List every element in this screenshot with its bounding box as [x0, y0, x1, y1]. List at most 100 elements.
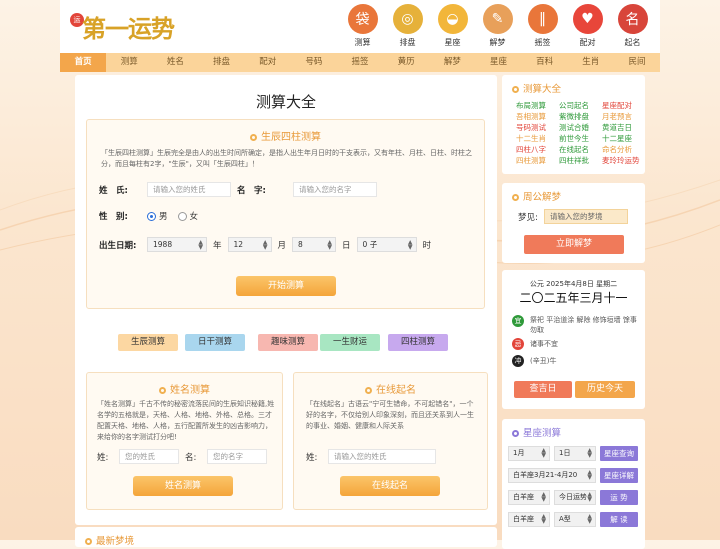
nav-item-6[interactable]: 摇签 [337, 53, 383, 72]
side-calc-link[interactable]: 前世今生 [559, 134, 602, 144]
naming-title: 在线起名 [294, 381, 487, 396]
top-nav-label: 测算 [354, 38, 371, 47]
side-calc-link[interactable]: 黄道吉日 [602, 123, 645, 133]
category-button-1[interactable]: 日干测算 [185, 334, 245, 351]
side-calc-link[interactable]: 布局测算 [516, 101, 559, 111]
astro-read-button[interactable]: 解 读 [600, 512, 638, 527]
side-calc-link[interactable]: 十二生肖 [516, 134, 559, 144]
next-section-card: 最新梦境 [75, 527, 497, 547]
astro-query-button[interactable]: 星座查询 [600, 446, 638, 461]
nav-item-2[interactable]: 姓名 [152, 53, 198, 72]
astro-day-select[interactable]: 1日 ▲ ▼ [554, 446, 596, 461]
top-icon-nav: 袋测算 ◎ 排盘 ◒ 星座 ✎ 解梦 ‖ 摇签 ♥ 配对名起名 [340, 4, 655, 48]
bazi-submit-button[interactable]: 开始测算 [236, 276, 336, 296]
hour-value: 0 子 [362, 240, 378, 249]
name-test-surname-input[interactable]: 您的姓氏 [119, 449, 179, 464]
history-today-button[interactable]: 历史今天 [575, 381, 635, 398]
nav-item-10[interactable]: 百科 [522, 53, 568, 72]
nav-item-8[interactable]: 解梦 [429, 53, 475, 72]
top-nav-6[interactable]: 名起名 [610, 4, 655, 48]
astro-detail-button[interactable]: 星座详解 [600, 468, 638, 483]
top-nav-1[interactable]: ◎ 排盘 [385, 4, 430, 48]
side-calc-link[interactable]: 号码测试 [516, 123, 559, 133]
side-calc-link[interactable]: 在线起名 [559, 145, 602, 155]
name-test-submit-button[interactable]: 姓名测算 [133, 476, 233, 496]
given-name-input[interactable]: 请输入您的名字 [293, 182, 377, 197]
nav-item-0[interactable]: 首页 [60, 53, 107, 72]
birth-row: 出生日期: 1988 ▲ ▼ 年 12 ▲ ▼ 月 8 ▲ ▼ 日 0 子 ▲ ▼ 时 [99, 237, 431, 252]
stepper-icon: ▲ ▼ [587, 491, 592, 503]
astro-blood-value: A型 [559, 515, 571, 523]
hour-select[interactable]: 0 子 ▲ ▼ [356, 237, 417, 252]
top-nav-2[interactable]: ◒ 星座 [430, 4, 475, 48]
nav-item-3[interactable]: 排盘 [198, 53, 244, 72]
category-button-0[interactable]: 生辰测算 [118, 334, 178, 351]
lucky-day-button[interactable]: 查吉日 [514, 381, 572, 398]
bazi-desc: 「生辰四柱测算」生辰完全是由人的出生时间所确定，是指人出生年月日时的干支表示，又… [101, 149, 472, 168]
top-nav-4[interactable]: ‖ 摇签 [520, 4, 565, 48]
coin-icon: ◎ [392, 4, 423, 34]
name-test-given-input[interactable]: 您的名字 [207, 449, 267, 464]
dream-input[interactable]: 请输入您的梦境 [544, 209, 628, 224]
side-calc-link[interactable]: 公司起名 [559, 101, 602, 111]
year-select[interactable]: 1988 ▲ ▼ [147, 237, 207, 252]
day-select[interactable]: 8 ▲ ▼ [292, 237, 337, 252]
stepper-icon: ▲ ▼ [327, 239, 333, 251]
astro-blood-select[interactable]: A型 ▲ ▼ [554, 512, 596, 527]
side-calc-link[interactable]: 月老预言 [602, 112, 645, 122]
name-test-given-label: 名: [185, 452, 197, 463]
name-test-row: 姓: 您的姓氏 名: 您的名字 [97, 449, 267, 464]
top-nav-5[interactable]: ♥ 配对 [565, 4, 610, 48]
astro-sign2-select[interactable]: 白羊座 ▲ ▼ [508, 490, 550, 505]
month-value: 12 [233, 240, 244, 249]
nav-item-11[interactable]: 生肖 [568, 53, 614, 72]
name-test-surname-label: 姓: [97, 452, 109, 463]
hearts-icon: ♥ [572, 4, 603, 34]
top-nav-0[interactable]: 袋测算 [340, 4, 385, 48]
side-calc-link[interactable]: 测试合婚 [559, 123, 602, 133]
side-calc-link[interactable]: 四柱祥批 [559, 156, 602, 166]
nav-item-12[interactable]: 民间 [614, 53, 660, 72]
nav-item-9[interactable]: 星座 [475, 53, 521, 72]
nav-item-1[interactable]: 测算 [106, 53, 152, 72]
female-label: 女 [189, 212, 199, 222]
astro-today-select[interactable]: 今日运势 ▲ ▼ [554, 490, 596, 505]
nav-item-7[interactable]: 黄历 [383, 53, 429, 72]
name-book-icon: 名 [617, 4, 648, 34]
astro-fortune-button[interactable]: 运 势 [600, 490, 638, 505]
side-calc-link[interactable]: 星座配对 [602, 101, 645, 111]
circle-icon [85, 538, 92, 545]
side-calc-link[interactable]: 麦玲玲运势 [602, 156, 645, 166]
side-calc-link[interactable]: 十二星座 [602, 134, 645, 144]
month-unit: 月 [277, 240, 287, 251]
naming-surname-input[interactable]: 请输入您的姓氏 [328, 449, 436, 464]
yi-text: 祭祀 平治道涂 解除 修饰垣墙 馀事勿取 [530, 316, 637, 334]
male-radio[interactable] [147, 211, 156, 221]
nav-item-4[interactable]: 配对 [245, 53, 291, 72]
side-calc-link[interactable]: 吾相测算 [516, 112, 559, 122]
bazi-title: 生辰四柱测算 [87, 128, 484, 143]
female-radio[interactable] [177, 211, 187, 221]
name-row: 姓 氏: 请输入您的姓氏 名 字: 请输入您的名字 [99, 182, 377, 197]
name-test-title: 姓名测算 [87, 381, 282, 396]
site-logo[interactable]: 运 第一运势 [68, 5, 175, 47]
category-button-3[interactable]: 一生财运 [320, 334, 380, 351]
astro-sign3-select[interactable]: 白羊座 ▲ ▼ [508, 512, 550, 527]
astro-sign-select[interactable]: 白羊座3月21-4月20 ▲ ▼ [508, 468, 596, 483]
side-astro-box: 星座测算 1月 ▲ ▼ 1日 ▲ ▼ 星座查询 白羊座3月21-4月20 ▲ ▼ 星座详解 … [502, 419, 645, 549]
naming-submit-button[interactable]: 在线起名 [340, 476, 440, 496]
calendar-chong: 冲 (辛丑)牛 [512, 355, 556, 367]
calendar-ji: 忌 诸事不宜 [512, 338, 558, 350]
side-calc-link[interactable]: 四柱八字 [516, 145, 559, 155]
surname-input[interactable]: 请输入您的姓氏 [147, 182, 231, 197]
side-calc-link[interactable]: 命名分析 [602, 145, 645, 155]
top-nav-3[interactable]: ✎ 解梦 [475, 4, 520, 48]
category-button-4[interactable]: 四柱测算 [388, 334, 448, 351]
dream-submit-button[interactable]: 立即解梦 [524, 235, 624, 254]
side-calc-link[interactable]: 紫微排盘 [559, 112, 602, 122]
month-select[interactable]: 12 ▲ ▼ [227, 237, 272, 252]
nav-item-5[interactable]: 号码 [291, 53, 337, 72]
astro-month-select[interactable]: 1月 ▲ ▼ [508, 446, 550, 461]
category-button-2[interactable]: 趣味测算 [258, 334, 318, 351]
side-calc-link[interactable]: 四柱测算 [516, 156, 559, 166]
